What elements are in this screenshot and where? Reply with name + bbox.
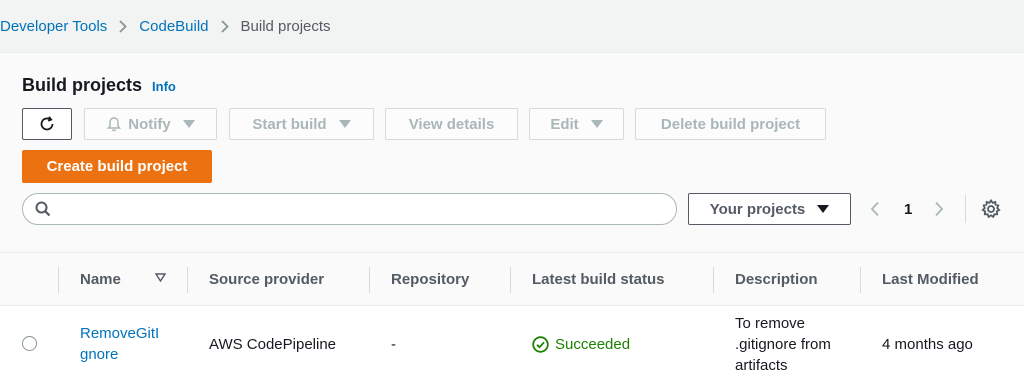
caret-down-icon xyxy=(817,205,830,213)
last-modified-cell: 4 months ago xyxy=(882,336,973,353)
column-divider xyxy=(187,267,188,293)
table-row: RemoveGitI gnore AWS CodePipeline - Succ… xyxy=(0,306,1024,381)
breadcrumb-codebuild[interactable]: CodeBuild xyxy=(139,18,208,35)
build-status-text: Succeeded xyxy=(555,336,631,353)
search-icon xyxy=(35,201,51,217)
column-header-latest-build-status[interactable]: Latest build status xyxy=(532,253,665,305)
previous-page-button[interactable] xyxy=(870,193,880,225)
chevron-right-icon xyxy=(220,19,229,33)
notify-button[interactable]: Notify xyxy=(84,108,217,140)
start-build-label: Start build xyxy=(252,115,327,133)
column-header-last-modified[interactable]: Last Modified xyxy=(882,253,979,305)
source-provider-cell: AWS CodePipeline xyxy=(209,336,337,353)
search-box xyxy=(22,193,677,225)
start-build-button[interactable]: Start build xyxy=(229,108,374,140)
caret-down-icon xyxy=(182,120,195,128)
create-build-project-button[interactable]: Create build project xyxy=(22,150,212,183)
breadcrumb-build-projects: Build projects xyxy=(240,17,331,35)
delete-label: Delete build project xyxy=(660,115,801,133)
caret-down-icon xyxy=(590,120,603,128)
project-name-link[interactable]: RemoveGitI gnore xyxy=(80,323,159,365)
project-filter-select[interactable]: Your projects xyxy=(688,193,851,225)
view-details-button[interactable]: View details xyxy=(385,108,518,140)
table-header: Name Source provider Repository Latest b… xyxy=(0,252,1024,306)
chevron-left-icon xyxy=(870,201,880,217)
sort-icon[interactable] xyxy=(155,273,166,282)
project-name-line: gnore xyxy=(80,346,119,363)
next-page-button[interactable] xyxy=(934,193,944,225)
page-title: Build projects xyxy=(22,75,143,95)
notify-label: Notify xyxy=(128,115,171,133)
refresh-icon xyxy=(38,115,56,133)
column-divider xyxy=(860,267,861,293)
breadcrumb: Developer Tools CodeBuild Build projects xyxy=(0,14,331,38)
caret-down-icon xyxy=(338,120,351,128)
delete-build-project-button[interactable]: Delete build project xyxy=(635,108,826,140)
chevron-right-icon xyxy=(119,19,128,33)
search-input[interactable] xyxy=(61,198,661,220)
row-select-radio[interactable] xyxy=(22,336,37,351)
column-divider xyxy=(369,267,370,293)
column-header-name[interactable]: Name xyxy=(80,253,121,305)
edit-button[interactable]: Edit xyxy=(529,108,624,140)
build-status-cell: Succeeded xyxy=(532,334,630,355)
column-header-source-provider[interactable]: Source provider xyxy=(209,253,324,305)
panel-header: Build projects Info xyxy=(22,75,176,96)
bell-icon xyxy=(106,116,122,132)
build-projects-panel: Build projects Info Notify Start build V… xyxy=(0,52,1024,381)
project-filter-value: Your projects xyxy=(709,200,806,218)
edit-label: Edit xyxy=(550,115,579,133)
pagination-divider xyxy=(965,195,966,223)
view-details-label: View details xyxy=(408,115,495,133)
table-settings-button[interactable] xyxy=(981,199,1001,219)
description-line: To remove xyxy=(735,315,806,332)
gear-icon xyxy=(981,199,1001,219)
description-line: .gitignore from xyxy=(735,336,831,353)
column-divider xyxy=(58,267,59,293)
project-name-line: RemoveGitI xyxy=(80,325,160,342)
breadcrumb-developer-tools[interactable]: Developer Tools xyxy=(0,18,107,35)
description-line: artifacts xyxy=(735,357,788,374)
info-link[interactable]: Info xyxy=(152,79,176,94)
chevron-right-icon xyxy=(934,201,944,217)
column-header-description[interactable]: Description xyxy=(735,253,818,305)
description-cell: To remove .gitignore from artifacts xyxy=(735,313,831,376)
column-divider xyxy=(713,267,714,293)
page-number-button[interactable]: 1 xyxy=(904,193,912,225)
column-header-repository[interactable]: Repository xyxy=(391,253,469,305)
column-divider xyxy=(510,267,511,293)
repository-cell: - xyxy=(391,336,396,353)
success-icon xyxy=(532,336,549,353)
refresh-button[interactable] xyxy=(22,108,72,140)
